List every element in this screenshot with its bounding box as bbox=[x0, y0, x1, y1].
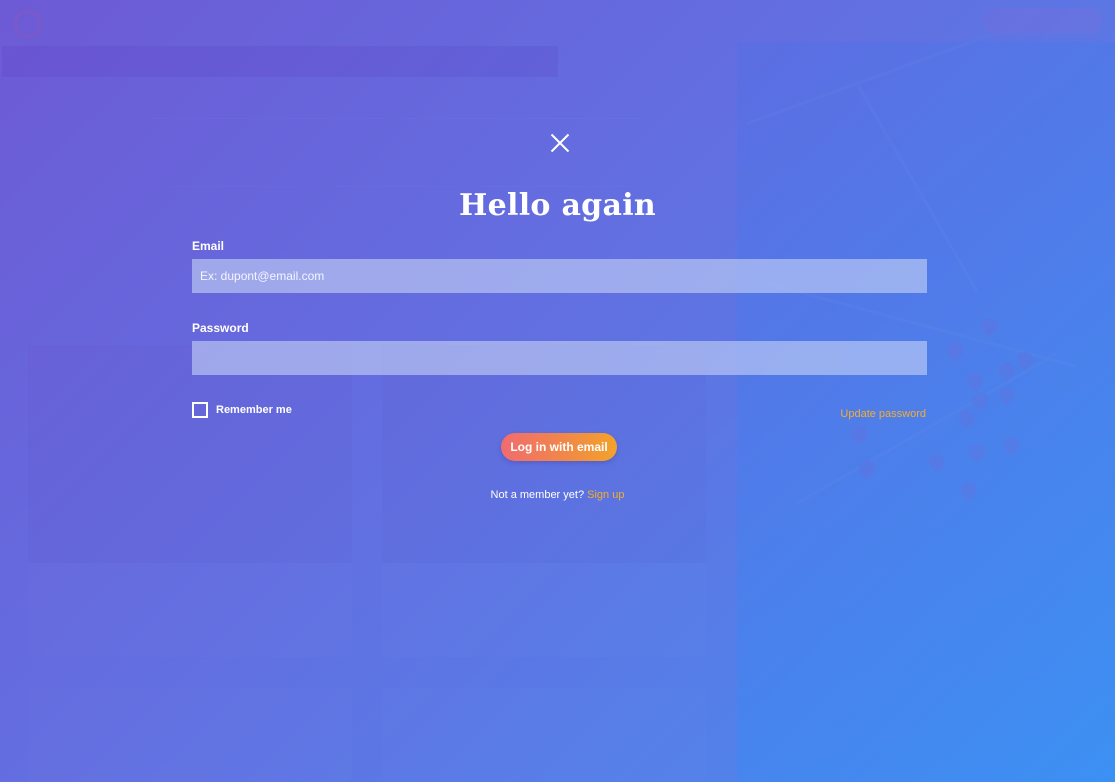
password-label: Password bbox=[192, 321, 249, 335]
close-icon[interactable] bbox=[550, 133, 570, 153]
remember-me-checkbox[interactable]: Remember me bbox=[192, 402, 292, 418]
modal-title: Hello again bbox=[458, 188, 657, 223]
email-field[interactable] bbox=[192, 259, 927, 293]
checkbox-icon[interactable] bbox=[192, 402, 208, 418]
remember-me-label: Remember me bbox=[216, 404, 292, 416]
email-label: Email bbox=[192, 239, 225, 253]
not-member-text: Not a member yet? bbox=[490, 489, 585, 501]
signup-link[interactable]: Sign up bbox=[587, 489, 624, 501]
password-field[interactable] bbox=[192, 341, 927, 375]
modal-overlay bbox=[0, 0, 1115, 782]
login-with-email-button[interactable]: Log in with email bbox=[501, 433, 617, 461]
signup-prompt: Not a member yet? Sign up bbox=[0, 489, 1115, 501]
update-password-link[interactable]: Update password bbox=[840, 408, 926, 420]
